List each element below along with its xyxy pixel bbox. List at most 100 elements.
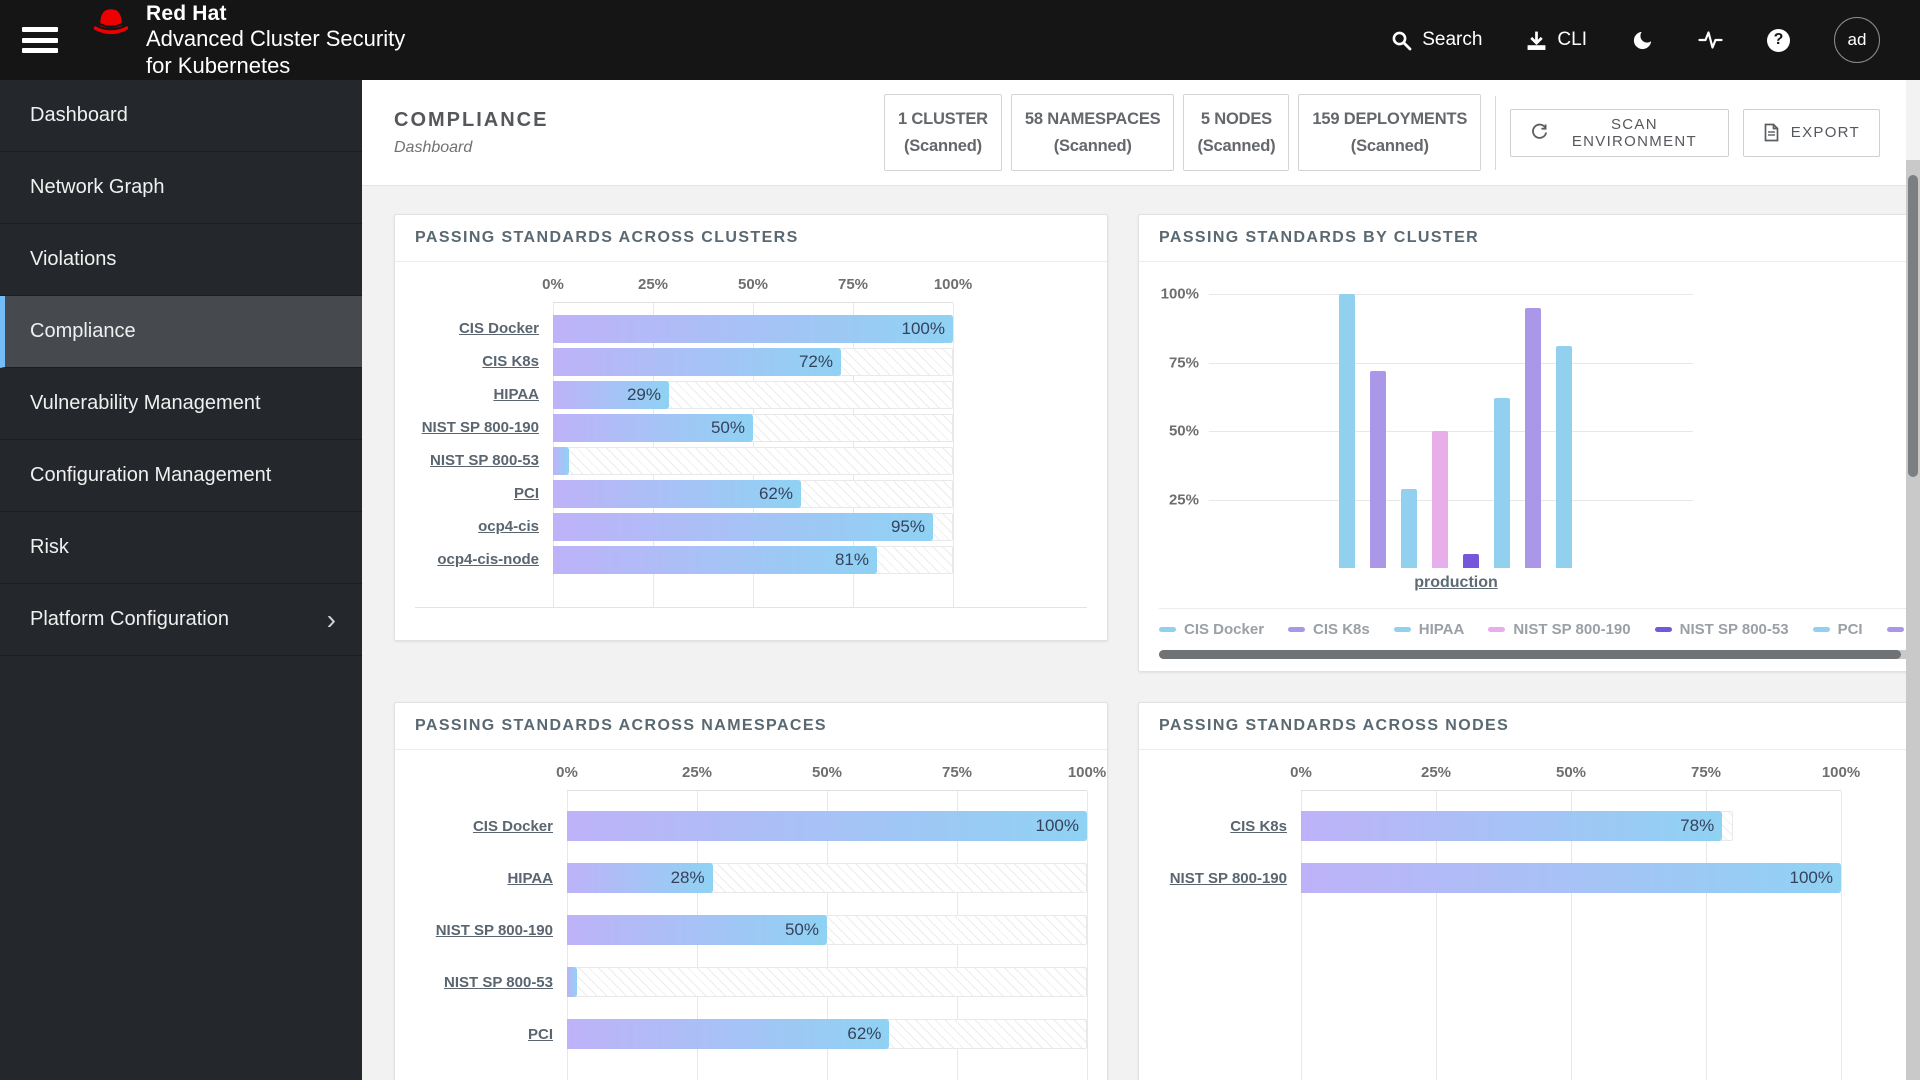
- standard-link[interactable]: ocp4-cis-node: [415, 551, 539, 568]
- help-icon: ?: [1767, 28, 1790, 52]
- horizontal-scrollbar-thumb[interactable]: [1159, 650, 1902, 659]
- bar-row: NIST SP 800-53: [415, 444, 1087, 477]
- bar-cis-docker[interactable]: 100%: [567, 811, 1087, 841]
- bar-nist-sp-800-53[interactable]: [553, 446, 569, 475]
- bar-track: 28%: [567, 863, 1087, 893]
- bar-hipaa[interactable]: 28%: [567, 863, 713, 893]
- x-axis-tick: 0%: [1290, 764, 1312, 781]
- legend-item: NIST SP 800-53: [1654, 621, 1789, 638]
- bar-nist-sp-800-190[interactable]: 50%: [567, 915, 827, 945]
- standard-link[interactable]: CIS K8s: [1159, 818, 1287, 835]
- standard-link[interactable]: HIPAA: [415, 870, 553, 887]
- cli-download-button[interactable]: CLI: [1526, 29, 1587, 51]
- search-button[interactable]: Search: [1391, 29, 1482, 51]
- standard-link[interactable]: NIST SP 800-190: [415, 922, 553, 939]
- x-axis-tick: 100%: [1067, 764, 1107, 781]
- legend-label: NIST SP 800-53: [1679, 621, 1789, 638]
- bar-row: PCI 62%: [415, 477, 1087, 510]
- bar-row: NIST SP 800-190 50%: [415, 904, 1087, 956]
- bar-cis-k8s[interactable]: 72%: [553, 347, 841, 376]
- bar-track: 72%: [553, 347, 953, 376]
- bar-remainder-hatch: [553, 446, 953, 475]
- header-divider: [1495, 95, 1497, 170]
- standard-link[interactable]: CIS K8s: [415, 353, 539, 370]
- sidebar-item-dashboard[interactable]: Dashboard: [0, 80, 362, 152]
- bar-nist-sp-800-190[interactable]: [1432, 431, 1448, 568]
- sidebar-item-network-graph[interactable]: Network Graph: [0, 152, 362, 224]
- dark-mode-toggle[interactable]: [1631, 29, 1654, 52]
- sidebar-item-compliance[interactable]: Compliance: [0, 296, 362, 368]
- y-axis-tick: 50%: [1168, 422, 1199, 440]
- search-label: Search: [1422, 29, 1483, 50]
- y-axis: 100% 75% 50% 25%: [1159, 286, 1209, 568]
- sidebar-item-risk[interactable]: Risk: [0, 512, 362, 584]
- x-axis-tick: 25%: [637, 276, 669, 293]
- bar-pci[interactable]: [1494, 398, 1510, 568]
- vertical-scrollbar-thumb[interactable]: [1908, 175, 1918, 477]
- bar-pci[interactable]: 62%: [567, 1019, 890, 1049]
- cluster-link[interactable]: production: [1414, 574, 1498, 591]
- standard-link[interactable]: PCI: [415, 1026, 553, 1043]
- bar-nist-sp-800-190[interactable]: 100%: [1301, 863, 1841, 893]
- horizontal-scrollbar[interactable]: [1159, 650, 1920, 659]
- chart-passing-standards-by-cluster: 100% 75% 50% 25% production CIS Docker CIS K8s…: [1139, 262, 1920, 671]
- standard-link[interactable]: ocp4-cis: [415, 518, 539, 535]
- bar-hipaa[interactable]: 29%: [553, 380, 669, 409]
- legend-swatch: [1812, 627, 1830, 632]
- standard-link[interactable]: NIST SP 800-190: [1159, 870, 1287, 887]
- bar-cis-docker[interactable]: 100%: [553, 314, 953, 343]
- stat-tile-clusters[interactable]: 1 CLUSTER (Scanned): [884, 94, 1002, 171]
- legend-swatch: [1159, 627, 1176, 632]
- bar-cis-docker[interactable]: [1339, 294, 1355, 568]
- bar-pci[interactable]: 62%: [553, 479, 801, 508]
- redhat-logo[interactable]: Red Hat Advanced Cluster Security for Ku…: [88, 1, 405, 79]
- bar-ocp4-cis-node[interactable]: [1556, 346, 1572, 568]
- standard-link[interactable]: HIPAA: [415, 386, 539, 403]
- stat-tile-deployments[interactable]: 159 DEPLOYMENTS (Scanned): [1298, 94, 1482, 171]
- scan-stats: 1 CLUSTER (Scanned) 58 NAMESPACES (Scann…: [884, 94, 1482, 171]
- standard-link[interactable]: NIST SP 800-53: [415, 452, 539, 469]
- help-button[interactable]: ?: [1767, 28, 1790, 52]
- sidebar-item-platform-configuration[interactable]: Platform Configuration ›: [0, 584, 362, 656]
- x-axis-tick: 50%: [1555, 764, 1587, 781]
- bar-value-label: 72%: [798, 351, 833, 371]
- stat-tile-namespaces[interactable]: 58 NAMESPACES (Scanned): [1010, 94, 1175, 171]
- standard-link[interactable]: NIST SP 800-190: [415, 419, 539, 436]
- bar-row: NIST SP 800-190 50%: [415, 411, 1087, 444]
- bar-ocp4-cis[interactable]: 95%: [553, 512, 933, 541]
- legend-swatch: [1288, 627, 1306, 632]
- user-avatar[interactable]: ad: [1834, 17, 1880, 63]
- chart-passing-standards-across-namespaces: 0% 25% 50% 75% 100% CIS Docker 100% HIPAA 28% NIS…: [395, 750, 1107, 1080]
- bar-nist-sp-800-190[interactable]: 50%: [553, 413, 753, 442]
- standard-link[interactable]: PCI: [415, 485, 539, 502]
- x-axis-tick: 100%: [1821, 764, 1861, 781]
- bar-ocp4-cis-node[interactable]: 81%: [553, 545, 877, 574]
- bar-row: HIPAA 28%: [415, 852, 1087, 904]
- bar-nist-sp-800-53[interactable]: [1463, 554, 1479, 568]
- bar-ocp4-cis[interactable]: [1525, 307, 1541, 568]
- system-health-button[interactable]: [1698, 29, 1723, 51]
- standard-link[interactable]: CIS Docker: [415, 818, 553, 835]
- vertical-scrollbar[interactable]: [1906, 160, 1920, 1080]
- sidebar-item-configuration-management[interactable]: Configuration Management: [0, 440, 362, 512]
- bar-cis-k8s[interactable]: [1370, 370, 1386, 568]
- standard-link[interactable]: NIST SP 800-53: [415, 974, 553, 991]
- stat-tile-nodes[interactable]: 5 NODES (Scanned): [1183, 94, 1290, 171]
- standard-link[interactable]: CIS Docker: [415, 320, 539, 337]
- bar-nist-sp-800-53[interactable]: [567, 967, 578, 997]
- hamburger-menu-button[interactable]: [22, 27, 58, 53]
- scan-environment-button[interactable]: SCAN ENVIRONMENT: [1510, 108, 1729, 157]
- x-axis-tick: 75%: [941, 764, 973, 781]
- export-button[interactable]: EXPORT: [1742, 108, 1880, 157]
- sidebar-item-vulnerability-management[interactable]: Vulnerability Management: [0, 368, 362, 440]
- x-axis-tick: 25%: [1420, 764, 1452, 781]
- legend-label: HIPAA: [1418, 621, 1465, 638]
- sidebar-item-violations[interactable]: Violations: [0, 224, 362, 296]
- bar-hipaa[interactable]: [1401, 488, 1417, 568]
- legend-label: CIS K8s: [1313, 621, 1370, 638]
- bar-cis-k8s[interactable]: 78%: [1301, 811, 1723, 841]
- brand-line1: Red Hat: [146, 2, 227, 26]
- legend-label: NIST SP 800-190: [1513, 621, 1631, 638]
- bar-row: ocp4-cis-node 81%: [415, 543, 1087, 576]
- bar-track: 50%: [567, 915, 1087, 945]
